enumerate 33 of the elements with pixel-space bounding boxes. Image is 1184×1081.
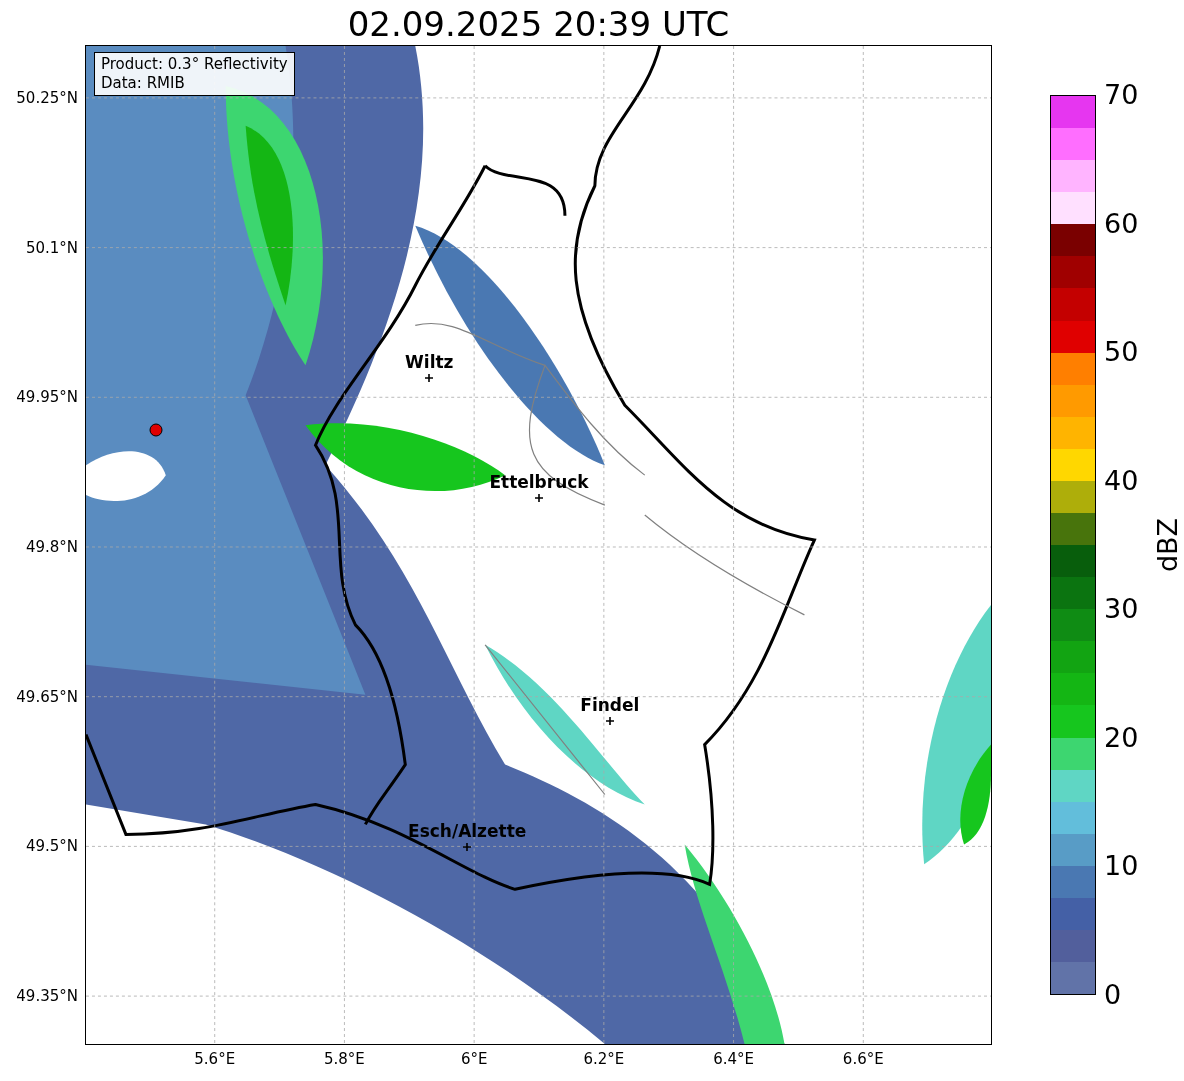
y-tick-label: 49.65°N <box>16 687 78 706</box>
y-tick-label: 49.95°N <box>16 388 78 407</box>
y-tick-label: 49.35°N <box>16 987 78 1006</box>
info-text: Data: RMIB <box>101 74 186 93</box>
city-marker-icon <box>605 716 614 725</box>
colorbar-tick-label: 20 <box>1104 722 1139 753</box>
y-tick-label: 49.5°N <box>25 837 78 856</box>
y-tick-label: 50.25°N <box>16 88 78 107</box>
city-label: Findel <box>580 694 640 715</box>
city-label: Wiltz <box>405 352 454 373</box>
x-tick-label: 6.6°E <box>842 1050 884 1068</box>
colorbar-tick-label: 70 <box>1104 80 1139 110</box>
x-tick-label: 6.4°E <box>713 1050 754 1068</box>
x-tick-label: 6.2°E <box>583 1050 625 1068</box>
city-label: Ettelbruck <box>489 472 589 493</box>
x-tick-label: 5.8°E <box>324 1050 365 1068</box>
city-marker-icon <box>463 843 472 852</box>
x-tick-label: 5.6°E <box>194 1050 236 1068</box>
colorbar-tick-label: 10 <box>1104 851 1139 882</box>
info-text: Product: 0.3° Reflectivity <box>101 55 288 74</box>
colorbar-tick-label: 40 <box>1104 465 1139 496</box>
city-label: Esch/Alzette <box>408 821 527 842</box>
colorbar-tick-label: 60 <box>1104 208 1139 239</box>
city-marker-icon <box>535 494 544 503</box>
chart-title: 02.09.2025 20:39 UTC <box>346 4 731 44</box>
colorbar-tick-label: 50 <box>1104 337 1139 368</box>
y-tick-label: 49.8°N <box>25 538 78 556</box>
y-tick-label: 50.1°N <box>25 238 78 257</box>
colorbar-tick-label: 30 <box>1104 594 1139 625</box>
city-marker-icon <box>425 374 434 383</box>
x-tick-label: 6°E <box>460 1050 488 1068</box>
colorbar-tick-label: 0 <box>1104 980 1122 1010</box>
colorbar-label: dBZ <box>1151 517 1183 573</box>
